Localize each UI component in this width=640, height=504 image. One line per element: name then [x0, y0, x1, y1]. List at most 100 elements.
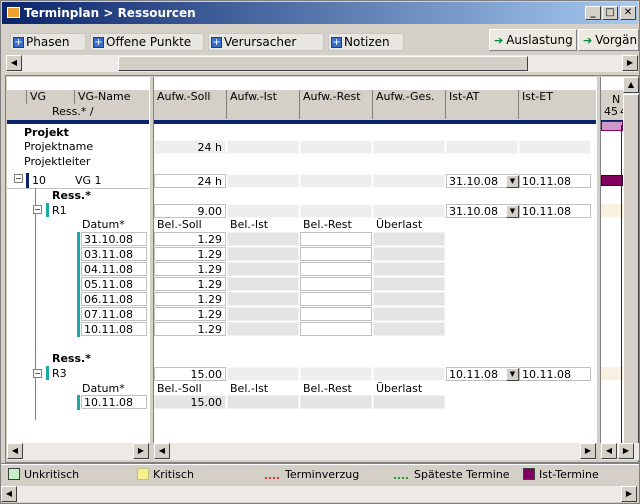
- plus-icon: +: [13, 36, 24, 48]
- ueberlast-cell: [373, 262, 445, 276]
- maximize-button[interactable]: □: [602, 6, 618, 20]
- offene-punkte-button[interactable]: + Offene Punkte: [90, 33, 204, 51]
- title-bar[interactable]: Terminplan > Ressourcen _ □ ✕: [2, 2, 638, 24]
- bel-soll-cell[interactable]: 1.29: [154, 232, 226, 246]
- scroll-right-icon[interactable]: ▶: [618, 443, 634, 459]
- scroll-left-icon[interactable]: ◀: [154, 443, 170, 459]
- scroll-up-icon[interactable]: ▲: [623, 77, 639, 93]
- bel-rest-cell[interactable]: [300, 277, 372, 291]
- date-cell[interactable]: 05.11.08: [81, 277, 147, 291]
- r3-ist-et-field[interactable]: 10.11.08: [519, 367, 591, 381]
- minimize-button[interactable]: _: [585, 6, 601, 20]
- close-button[interactable]: ✕: [620, 6, 636, 20]
- ist-et-column-header[interactable]: Ist-ET: [519, 90, 596, 119]
- date-cell[interactable]: 03.11.08: [81, 247, 147, 261]
- vscroll-thumb[interactable]: [623, 94, 639, 444]
- ueberlast-cell: [373, 395, 445, 409]
- legend-kritisch: Kritisch: [137, 467, 194, 481]
- bel-ist-cell: [227, 322, 299, 336]
- collapse-icon[interactable]: −: [33, 369, 42, 378]
- selection-bar: [7, 120, 149, 124]
- ueberlast-cell: [373, 232, 445, 246]
- ueberlast-cell: [373, 247, 445, 261]
- legend-ist-termine: Ist-Termine: [523, 467, 599, 481]
- collapse-icon[interactable]: −: [14, 174, 23, 183]
- legend-terminverzug: Terminverzug: [265, 467, 359, 481]
- aufw-ges-column-header[interactable]: Aufw.-Ges.: [373, 90, 446, 119]
- scroll-right-icon[interactable]: ▶: [580, 443, 596, 459]
- r1-ist-et-field[interactable]: 10.11.08: [519, 204, 591, 218]
- date-cell[interactable]: 31.10.08: [81, 232, 147, 246]
- bel-ist-cell: [227, 307, 299, 321]
- verursacher-button[interactable]: + Verursacher: [208, 33, 324, 51]
- datum-header: Datum*: [82, 382, 125, 395]
- scroll-left-icon[interactable]: ◀: [1, 486, 17, 502]
- vg-name-column-header[interactable]: VG-Name: [75, 90, 149, 104]
- ist-at-column-header[interactable]: Ist-AT: [446, 90, 519, 119]
- bel-rest-cell[interactable]: [300, 247, 372, 261]
- bel-rest-cell[interactable]: [300, 292, 372, 306]
- plus-icon: +: [93, 36, 104, 48]
- left-bottom-scrollbar[interactable]: ◀ ▶: [7, 443, 149, 460]
- ist-termine-swatch: [523, 468, 535, 480]
- collapse-icon[interactable]: −: [33, 205, 42, 214]
- vertical-scrollbar[interactable]: ▲: [623, 77, 639, 444]
- vg-aufw-soll[interactable]: 24 h: [154, 174, 226, 188]
- gantt-bar-vg[interactable]: [601, 175, 623, 186]
- date-cell[interactable]: 10.11.08: [81, 322, 147, 336]
- date-cell[interactable]: 04.11.08: [81, 262, 147, 276]
- ress-column-header[interactable]: Ress.* /: [7, 105, 149, 119]
- gantt-bar-projekt[interactable]: [601, 121, 623, 131]
- top-scrollbar[interactable]: ◀ ▶: [6, 55, 638, 72]
- bel-ist-cell: [227, 277, 299, 291]
- bel-soll-cell[interactable]: 1.29: [154, 307, 226, 321]
- main-window: Terminplan > Ressourcen _ □ ✕ + Phasen + O…: [0, 0, 640, 504]
- scroll-left-icon[interactable]: ◀: [7, 443, 23, 459]
- vg-column-header[interactable]: VG: [27, 90, 75, 104]
- scroll-right-icon[interactable]: ▶: [621, 486, 637, 502]
- bel-soll-cell[interactable]: 1.29: [154, 322, 226, 336]
- phasen-button[interactable]: + Phasen: [10, 33, 86, 51]
- r1-aufw-soll[interactable]: 9.00: [154, 204, 226, 218]
- bel-soll-cell[interactable]: 1.29: [154, 277, 226, 291]
- vorgaenge-button[interactable]: ➔ Vorgän: [578, 29, 639, 51]
- window-title: Terminplan > Ressourcen: [24, 6, 196, 20]
- aufw-ist-column-header[interactable]: Aufw.-Ist: [227, 90, 300, 119]
- date-cell[interactable]: 07.11.08: [81, 307, 147, 321]
- ueberlast-cell: [373, 277, 445, 291]
- date-cell[interactable]: 10.11.08: [81, 395, 147, 409]
- scroll-left-icon[interactable]: ◀: [6, 55, 22, 71]
- ueberlast-header: Überlast: [376, 218, 423, 231]
- dropdown-arrow-icon[interactable]: ▼: [506, 368, 519, 381]
- bel-rest-cell[interactable]: [300, 232, 372, 246]
- aufw-soll-column-header[interactable]: Aufw.-Soll: [154, 90, 227, 119]
- bel-rest-cell[interactable]: [300, 262, 372, 276]
- scroll-thumb[interactable]: [118, 56, 528, 71]
- bel-soll-cell[interactable]: 1.29: [154, 292, 226, 306]
- left-header: VG VG-Name Ress.* /: [7, 90, 149, 120]
- vg-number: 10: [32, 174, 46, 187]
- dropdown-arrow-icon[interactable]: ▼: [506, 205, 519, 218]
- bel-ist-cell: [227, 232, 299, 246]
- gantt-bottom-scrollbar[interactable]: ◀ ▶: [601, 443, 639, 460]
- ress-title: Ress.*: [52, 189, 91, 202]
- auslastung-button[interactable]: ➔ Auslastung: [489, 29, 577, 51]
- bel-soll-cell[interactable]: 1.29: [154, 247, 226, 261]
- r3-aufw-soll[interactable]: 15.00: [154, 367, 226, 381]
- bel-rest-cell[interactable]: [300, 322, 372, 336]
- unkritisch-swatch: [8, 468, 20, 480]
- bel-soll-cell[interactable]: 1.29: [154, 262, 226, 276]
- date-cell[interactable]: 06.11.08: [81, 292, 147, 306]
- bel-rest-cell[interactable]: [300, 307, 372, 321]
- gantt-pane: N 45 46: [601, 77, 623, 443]
- scroll-left-icon[interactable]: ◀: [601, 443, 617, 459]
- aufw-rest-column-header[interactable]: Aufw.-Rest: [300, 90, 373, 119]
- scroll-right-icon[interactable]: ▶: [622, 55, 638, 71]
- vg-ist-et-field[interactable]: 10.11.08: [519, 174, 591, 188]
- center-pane: Aufw.-Soll Aufw.-Ist Aufw.-Rest Aufw.-Ge…: [154, 77, 596, 443]
- scroll-right-icon[interactable]: ▶: [133, 443, 149, 459]
- ueberlast-header: Überlast: [376, 382, 423, 395]
- notizen-button[interactable]: + Notizen: [328, 33, 404, 51]
- center-bottom-scrollbar[interactable]: ◀ ▶: [154, 443, 596, 460]
- dropdown-arrow-icon[interactable]: ▼: [506, 175, 519, 188]
